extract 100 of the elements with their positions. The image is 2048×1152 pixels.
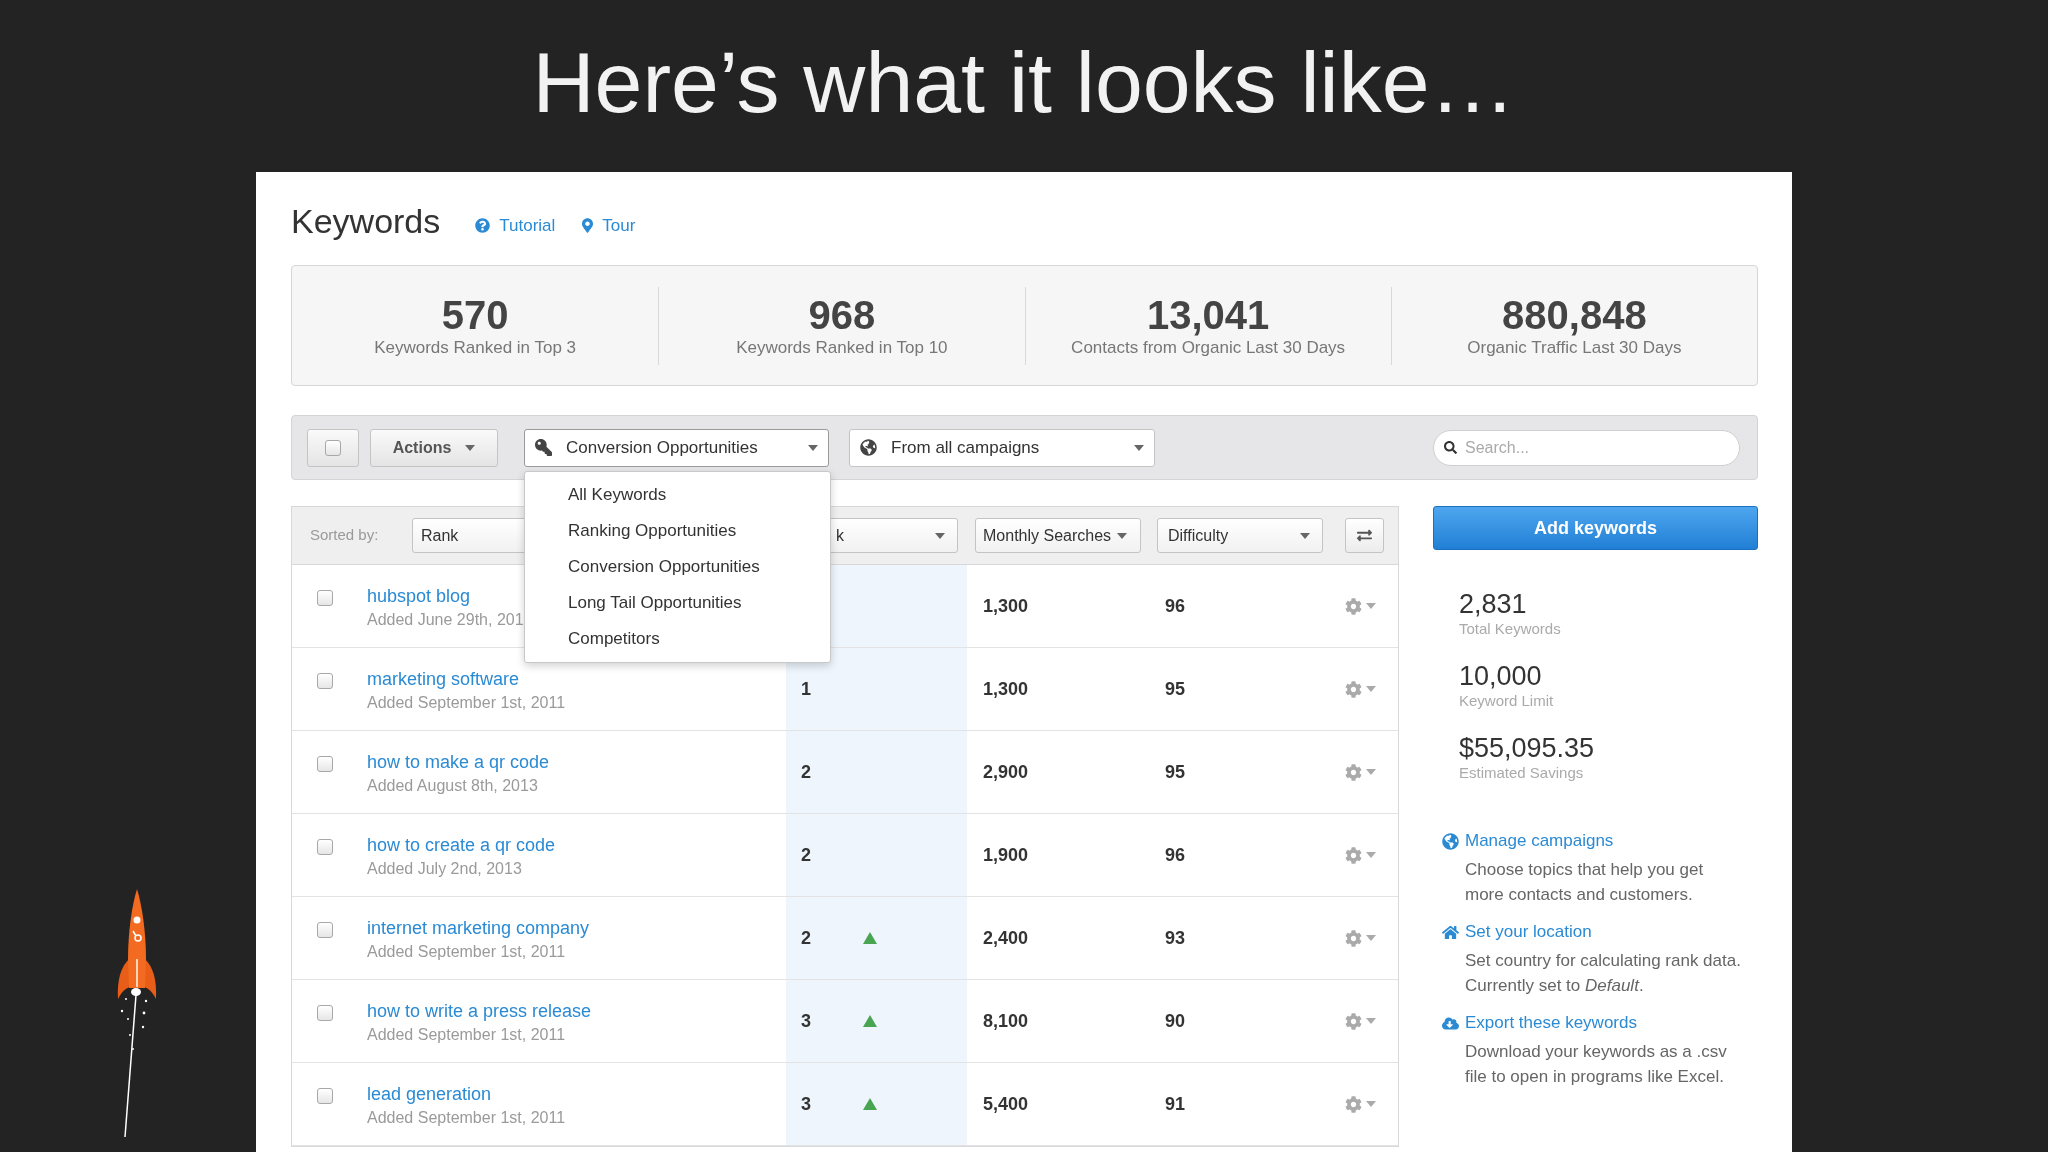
checkbox[interactable] <box>317 839 333 855</box>
keyword-link[interactable]: lead generation <box>367 1083 492 1105</box>
gear-icon <box>1345 846 1362 864</box>
sort-select[interactable]: Difficulty <box>1157 518 1323 553</box>
row-settings-button[interactable] <box>1345 680 1376 698</box>
manage-campaigns-link[interactable]: Manage campaigns <box>1442 831 1614 851</box>
gear-icon <box>1345 1012 1362 1030</box>
added-date: Added June 29th, 201 <box>367 610 524 630</box>
checkbox[interactable] <box>317 590 333 606</box>
tour-link[interactable]: Tour <box>582 212 636 239</box>
key-icon <box>535 439 552 456</box>
search-field[interactable]: Search... <box>1433 429 1740 466</box>
checkbox[interactable] <box>317 1005 333 1021</box>
keyword-link[interactable]: hubspot blog <box>367 585 471 607</box>
checkbox[interactable] <box>317 673 333 689</box>
swap-icon <box>1357 528 1372 543</box>
row-settings-button[interactable] <box>1345 597 1376 615</box>
caret-icon <box>1134 444 1144 451</box>
swap-button[interactable] <box>1345 518 1384 553</box>
stat-label: Organic Traffic Last 30 Days <box>1467 336 1682 359</box>
rank-value: 2 <box>801 843 812 867</box>
select-all-button[interactable] <box>307 428 359 467</box>
caret-icon <box>1366 603 1376 609</box>
caret-icon <box>1117 532 1128 539</box>
export-keywords-link[interactable]: Export these keywords <box>1442 1013 1637 1033</box>
caret-icon <box>1366 769 1376 775</box>
up-triangle-icon <box>863 1098 877 1110</box>
link-description: Choose topics that help you get more contacts and customers. <box>1465 859 1704 906</box>
keyword-link[interactable]: marketing software <box>367 668 520 690</box>
link-description: Download your keywords as a .csv file to open in programs like Excel. <box>1465 1041 1727 1088</box>
row-settings-button[interactable] <box>1345 763 1376 781</box>
caret-icon <box>465 444 476 451</box>
searches-value: 1,300 <box>983 594 1029 618</box>
globe-icon <box>1442 832 1459 850</box>
added-date: Added September 1st, 2011 <box>367 693 566 713</box>
rank-value: 3 <box>801 1009 812 1033</box>
total-label: Total Keywords <box>1459 620 1561 638</box>
link-description: Set country for calculating rank data. Currently set to Default. <box>1465 950 1741 997</box>
menu-item[interactable]: Competitors <box>525 620 830 657</box>
searches-value: 2,400 <box>983 926 1029 950</box>
checkbox[interactable] <box>317 922 333 938</box>
row-settings-button[interactable] <box>1345 1095 1376 1113</box>
searches-value: 5,400 <box>983 1092 1029 1116</box>
difficulty-value: 96 <box>1165 594 1186 618</box>
stat-value: 13,041 <box>1146 292 1270 337</box>
up-triangle-icon <box>863 1015 877 1027</box>
tutorial-link[interactable]: Tutorial <box>475 212 556 239</box>
searches-value: 8,100 <box>983 1009 1029 1033</box>
added-date: Added September 1st, 2011 <box>367 1108 566 1128</box>
checkbox[interactable] <box>317 756 333 772</box>
difficulty-value: 96 <box>1165 843 1186 867</box>
caret-icon <box>1366 1101 1376 1107</box>
row-settings-button[interactable] <box>1345 846 1376 864</box>
stat-value: 968 <box>808 292 876 337</box>
keyword-link[interactable]: how to create a qr code <box>367 834 556 856</box>
total-label: Estimated Savings <box>1459 764 1584 782</box>
keyword-link[interactable]: how to write a press release <box>367 1000 592 1022</box>
menu-item[interactable]: All Keywords <box>525 476 830 513</box>
add-keywords-button[interactable]: Add keywords <box>1433 506 1758 550</box>
pin-icon <box>582 218 594 233</box>
stat-label: Keywords Ranked in Top 10 <box>736 336 948 359</box>
stat-value: 570 <box>441 292 509 337</box>
difficulty-value: 95 <box>1165 677 1186 701</box>
stat-label: Keywords Ranked in Top 3 <box>374 336 577 359</box>
rank-value: 3 <box>801 1092 812 1116</box>
difficulty-value: 93 <box>1165 926 1186 950</box>
rank-value: 2 <box>801 760 812 784</box>
keyword-link[interactable]: how to make a qr code <box>367 751 550 773</box>
stat-value: 880,848 <box>1502 292 1647 337</box>
difficulty-value: 95 <box>1165 760 1186 784</box>
caret-icon <box>935 532 945 539</box>
caret-icon <box>1366 686 1376 692</box>
added-date: Added September 1st, 2011 <box>367 1025 566 1045</box>
gear-icon <box>1345 929 1362 947</box>
actions-button[interactable]: Actions <box>370 428 498 467</box>
total-label: Keyword Limit <box>1459 692 1554 710</box>
caret-icon <box>1366 1018 1376 1024</box>
rank-value: 2 <box>801 926 812 950</box>
list-select[interactable]: Conversion Opportunities <box>524 428 829 467</box>
gear-icon <box>1345 763 1362 781</box>
sort-select[interactable]: Monthly Searches <box>975 518 1141 553</box>
difficulty-value: 90 <box>1165 1009 1186 1033</box>
checkbox[interactable] <box>317 1088 333 1104</box>
cloud-download-icon <box>1442 1015 1459 1031</box>
keyword-link[interactable]: internet marketing company <box>367 917 590 939</box>
menu-item[interactable]: Long Tail Opportunities <box>525 584 830 621</box>
caret-icon <box>1366 935 1376 941</box>
searches-value: 1,300 <box>983 677 1029 701</box>
checkbox[interactable] <box>325 439 341 456</box>
gear-icon <box>1345 597 1362 615</box>
row-settings-button[interactable] <box>1345 929 1376 947</box>
home-icon <box>1442 923 1459 941</box>
search-icon <box>1444 441 1457 454</box>
row-settings-button[interactable] <box>1345 1012 1376 1030</box>
set-location-link[interactable]: Set your location <box>1442 922 1592 942</box>
stat-label: Contacts from Organic Last 30 Days <box>1071 336 1346 359</box>
help-icon <box>475 218 491 233</box>
caret-icon <box>1300 532 1310 539</box>
campaign-select[interactable]: From all campaigns <box>849 428 1155 467</box>
total-value: 2,831 <box>1459 588 1527 620</box>
